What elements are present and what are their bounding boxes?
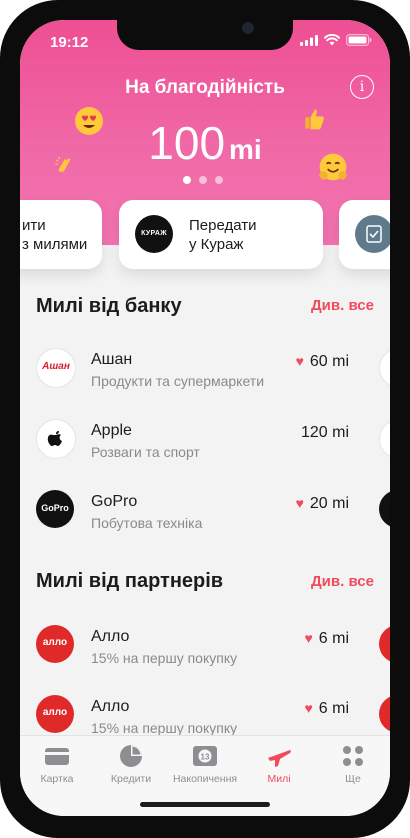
action-card-line2: у Кураж — [189, 236, 244, 253]
item-name: Apple — [91, 422, 132, 439]
item-category: Побутова техніка — [91, 515, 203, 531]
allo-logo: алло — [36, 695, 74, 733]
savings-icon: 13 — [193, 746, 217, 766]
item-name: Алло — [91, 628, 130, 645]
list-item-allo[interactable]: алло Алло 15% на першу покупку ♥ 6 mi — [20, 617, 390, 687]
hero-title: На благодійність — [125, 77, 285, 98]
item-miles-value: 6 mi — [318, 700, 349, 717]
next-logo-peek — [379, 490, 390, 528]
action-card-partial-left[interactable]: ити з милями — [20, 200, 102, 269]
tab-more[interactable]: Ще — [316, 736, 390, 792]
tab-label: Милі — [267, 773, 291, 785]
signal-icon — [300, 34, 318, 46]
action-card-line1: ити — [22, 217, 46, 234]
home-indicator[interactable] — [140, 802, 270, 807]
tab-credits[interactable]: Кредити — [94, 736, 168, 792]
action-card-line1: Передати — [189, 217, 257, 234]
auchan-logo: Ашан — [36, 348, 76, 388]
list-item-gopro[interactable]: GoPro GoPro Побутова техніка ♥ 20 mi — [20, 482, 390, 552]
clapping-hands-emoji-icon — [55, 156, 71, 173]
tab-label: Ще — [345, 773, 361, 785]
next-logo-peek — [379, 348, 390, 388]
card-icon — [45, 748, 69, 765]
tab-miles[interactable]: Милі — [242, 736, 316, 792]
heart-icon[interactable]: ♥ — [304, 700, 312, 716]
grid-icon — [343, 746, 363, 766]
wifi-icon — [324, 34, 340, 46]
tab-card[interactable]: Картка — [20, 736, 94, 792]
page-dot[interactable] — [199, 176, 207, 184]
item-category: 15% на першу покупку — [91, 650, 238, 666]
partner-see-all-link[interactable]: Див. все — [311, 573, 374, 590]
item-miles: ♥ 20 mi — [296, 495, 349, 513]
miles-amount-value: 100 — [148, 117, 226, 169]
item-miles-value: 60 mi — [309, 353, 349, 370]
allo-logo-text: алло — [42, 707, 68, 718]
mute-switch — [0, 140, 2, 170]
item-miles-value: 120 mi — [300, 424, 349, 441]
gopro-logo-text: GoPro — [41, 503, 69, 513]
status-time: 19:12 — [50, 34, 89, 51]
next-logo-peek — [379, 419, 390, 459]
item-category: Продукти та супермаркети — [91, 373, 265, 389]
action-card-transfer-kurazh[interactable]: КУРАЖ Передати у Кураж — [119, 200, 323, 269]
kurazh-logo: КУРАЖ — [135, 215, 173, 253]
tab-label: Накопичення — [172, 773, 238, 785]
hugging-face-emoji-icon — [319, 153, 347, 181]
airplane-icon — [268, 750, 291, 767]
status-icons — [300, 34, 372, 46]
checklist-icon — [355, 215, 390, 253]
pie-chart-icon — [120, 745, 142, 767]
next-logo-peek — [379, 695, 390, 733]
apple-logo — [36, 419, 76, 459]
heart-icon[interactable]: ♥ — [296, 353, 304, 369]
info-icon[interactable]: i — [350, 75, 374, 99]
tab-savings[interactable]: 13 Накопичення — [168, 736, 242, 792]
auchan-logo-text: Ашан — [42, 361, 70, 372]
item-name: Ашан — [91, 351, 133, 368]
volume-up-button — [0, 195, 2, 255]
item-name: Алло — [91, 698, 130, 715]
item-miles: ♥ 6 mi — [304, 630, 349, 648]
item-miles-value: 6 mi — [318, 630, 349, 647]
action-card-line2: з милями — [22, 236, 88, 253]
allo-logo-text: алло — [42, 637, 68, 648]
thumbs-up-emoji-icon — [305, 109, 324, 130]
list-item-apple[interactable]: Apple Розваги та спорт 120 mi — [20, 411, 390, 481]
list-item-auchan[interactable]: Ашан Ашан Продукти та супермаркети ♥ 60 m… — [20, 340, 390, 410]
battery-icon — [346, 34, 372, 46]
tab-label: Кредити — [110, 773, 152, 785]
bank-section-title: Милі від банку — [36, 295, 182, 317]
screen: 19:12 На благодійність i 100 mi ити з ми… — [20, 20, 390, 816]
bank-see-all-link[interactable]: Див. все — [311, 297, 374, 314]
camera-icon — [242, 22, 254, 34]
carousel-page-indicator[interactable] — [183, 176, 223, 184]
notch — [117, 20, 293, 50]
allo-logo: алло — [36, 625, 74, 663]
partner-section-title: Милі від партнерів — [36, 570, 224, 592]
page-dot[interactable] — [215, 176, 223, 184]
apple-icon — [47, 431, 62, 446]
svg-text:13: 13 — [201, 753, 210, 762]
heart-eyes-emoji-icon — [75, 107, 103, 135]
item-miles: ♥ 6 mi — [304, 700, 349, 718]
item-miles: 120 mi — [301, 424, 349, 442]
heart-icon[interactable]: ♥ — [296, 495, 304, 511]
page-dot[interactable] — [183, 176, 191, 184]
next-logo-peek — [379, 625, 390, 663]
heart-icon[interactable]: ♥ — [304, 630, 312, 646]
item-miles-value: 20 mi — [309, 495, 349, 512]
item-category: 15% на першу покупку — [91, 720, 238, 736]
item-name: GoPro — [91, 493, 138, 510]
item-category: Розваги та спорт — [91, 444, 200, 460]
tab-label: Картка — [40, 773, 74, 785]
miles-amount-unit: mi — [229, 134, 262, 165]
item-miles: ♥ 60 mi — [296, 353, 349, 371]
gopro-logo: GoPro — [36, 490, 74, 528]
action-card-partial-right[interactable] — [339, 200, 390, 269]
